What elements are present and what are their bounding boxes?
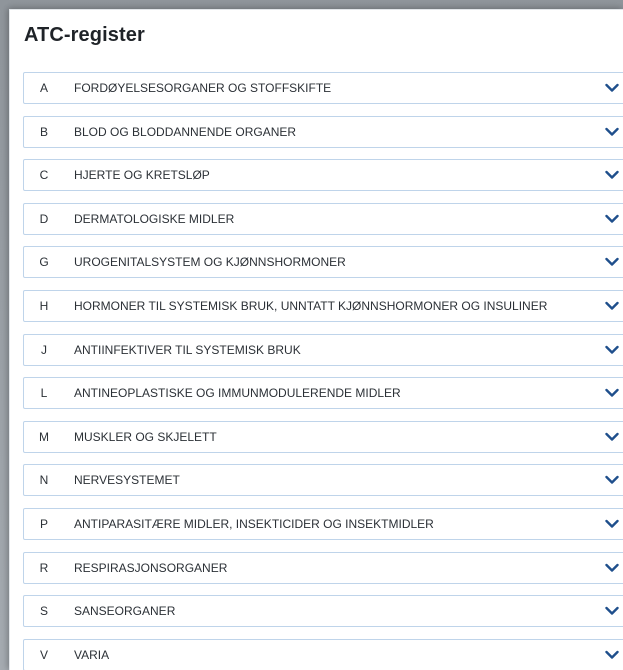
- atc-label: VARIA: [74, 647, 110, 662]
- atc-label: HJERTE OG KRETSLØP: [74, 168, 210, 183]
- chevron-down-icon[interactable]: [602, 340, 622, 360]
- atc-code: H: [39, 298, 49, 313]
- atc-label: MUSKLER OG SKJELETT: [74, 429, 217, 444]
- chevron-down-icon[interactable]: [602, 296, 622, 316]
- atc-label: FORDØYELSESORGANER OG STOFFSKIFTE: [74, 81, 332, 95]
- atc-label: DERMATOLOGISKE MIDLER: [74, 211, 235, 226]
- atc-row-m[interactable]: M MUSKLER OG SKJELETT: [23, 420, 623, 453]
- atc-row-s[interactable]: S SANSEORGANER: [23, 595, 623, 628]
- atc-label: ANTINEOPLASTISKE OG IMMUNMODULERENDE MID…: [74, 386, 401, 401]
- chevron-down-icon[interactable]: [602, 601, 622, 621]
- atc-row-a[interactable]: A FORDØYELSESORGANER OG STOFFSKIFTE: [23, 72, 623, 104]
- atc-row-p[interactable]: P ANTIPARASITÆRE MIDLER, INSEKTICIDER OG…: [23, 507, 623, 540]
- atc-row-h[interactable]: H HORMONER TIL SYSTEMISK BRUK, UNNTATT K…: [23, 289, 623, 322]
- atc-code: R: [39, 560, 49, 575]
- atc-code: C: [39, 168, 49, 183]
- atc-code: N: [39, 473, 49, 488]
- chevron-down-icon[interactable]: [602, 165, 622, 185]
- atc-row-n[interactable]: N NERVESYSTEMET: [23, 464, 623, 497]
- atc-row-l[interactable]: L ANTINEOPLASTISKE OG IMMUNMODULERENDE M…: [23, 377, 623, 410]
- atc-code: D: [39, 211, 49, 226]
- atc-label: HORMONER TIL SYSTEMISK BRUK, UNNTATT KJØ…: [74, 298, 548, 313]
- atc-code: A: [39, 81, 48, 95]
- chevron-down-icon[interactable]: [602, 558, 622, 578]
- page-title: ATC-register: [24, 24, 145, 46]
- atc-code: B: [39, 124, 48, 139]
- chevron-down-icon[interactable]: [602, 645, 622, 665]
- chevron-down-icon[interactable]: [602, 470, 622, 490]
- atc-code: J: [41, 342, 47, 357]
- chevron-down-icon[interactable]: [602, 78, 622, 98]
- atc-label: BLOD OG BLODDANNENDE ORGANER: [74, 124, 297, 139]
- atc-label: ANTIPARASITÆRE MIDLER, INSEKTICIDER OG I…: [74, 516, 434, 531]
- atc-register-panel: ATC-register A FORDØYELSESORGANER OG STO…: [9, 9, 623, 670]
- atc-label: NERVESYSTEMET: [74, 473, 180, 488]
- atc-code: G: [39, 255, 49, 270]
- atc-row-b[interactable]: B BLOD OG BLODDANNENDE ORGANER: [23, 115, 623, 148]
- atc-label: RESPIRASJONSORGANER: [74, 560, 228, 575]
- atc-code: M: [39, 429, 49, 444]
- atc-code: L: [40, 386, 48, 401]
- atc-group-list: A FORDØYELSESORGANER OG STOFFSKIFTE B BL…: [23, 72, 623, 670]
- chevron-down-icon[interactable]: [602, 209, 622, 229]
- page-background: ATC-register A FORDØYELSESORGANER OG STO…: [0, 0, 623, 670]
- chevron-down-icon[interactable]: [602, 427, 622, 447]
- chevron-down-icon[interactable]: [602, 252, 622, 272]
- atc-label: SANSEORGANER: [74, 604, 176, 619]
- atc-code: P: [39, 516, 48, 531]
- atc-row-g[interactable]: G UROGENITALSYSTEM OG KJØNNSHORMONER: [23, 246, 623, 279]
- atc-row-v[interactable]: V VARIA: [23, 638, 623, 670]
- atc-row-d[interactable]: D DERMATOLOGISKE MIDLER: [23, 202, 623, 235]
- atc-row-j[interactable]: J ANTIINFEKTIVER TIL SYSTEMISK BRUK: [23, 333, 623, 366]
- atc-code: S: [39, 604, 48, 619]
- atc-row-r[interactable]: R RESPIRASJONSORGANER: [23, 551, 623, 584]
- atc-label: UROGENITALSYSTEM OG KJØNNSHORMONER: [74, 255, 346, 270]
- chevron-down-icon[interactable]: [602, 514, 622, 534]
- atc-row-c[interactable]: C HJERTE OG KRETSLØP: [23, 159, 623, 192]
- atc-label: ANTIINFEKTIVER TIL SYSTEMISK BRUK: [74, 342, 301, 357]
- chevron-down-icon[interactable]: [602, 383, 622, 403]
- atc-code: V: [39, 647, 48, 662]
- chevron-down-icon[interactable]: [602, 122, 622, 142]
